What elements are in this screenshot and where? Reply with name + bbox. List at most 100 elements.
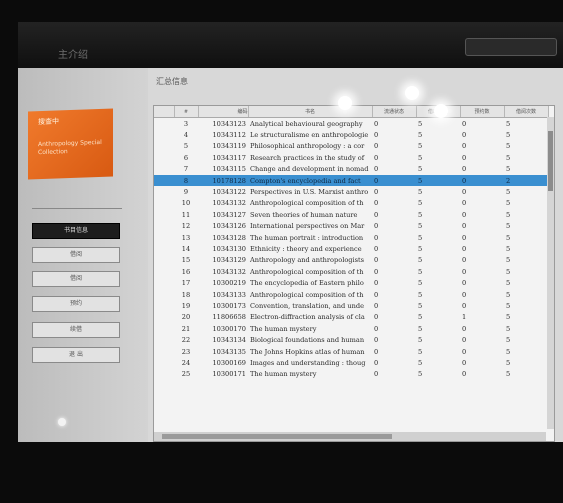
- row-reservations: 0: [462, 324, 467, 333]
- row-title: The encyclopedia of Eastern philo: [250, 279, 364, 288]
- header-status[interactable]: 流通状态: [372, 106, 417, 118]
- row-reservations: 0: [462, 267, 467, 276]
- header-title[interactable]: 书名: [248, 106, 373, 118]
- table-row[interactable]: 3 10343123 Analytical behavioural geograph…: [154, 118, 548, 130]
- table-row[interactable]: 4 10343112 Le structuralisme en anthropolo…: [154, 129, 548, 140]
- vertical-scrollbar[interactable]: [547, 117, 554, 429]
- table-row[interactable]: 24 10300169 Images and understanding : tho…: [154, 357, 548, 368]
- header-reservations[interactable]: 预约数: [460, 106, 505, 118]
- nav-button-borrow[interactable]: 借阅: [32, 247, 120, 263]
- row-borrow-count: 5: [506, 142, 511, 151]
- nav-button-info[interactable]: 书目信息: [32, 223, 120, 239]
- horizontal-scrollbar[interactable]: [154, 432, 546, 441]
- table-row[interactable]: 18 10343133 Anthropological composition of…: [154, 289, 548, 300]
- row-indicator: [154, 186, 174, 197]
- row-status: 0: [374, 267, 379, 276]
- row-code: 10343122: [212, 188, 246, 197]
- table-row[interactable]: 19 10300173 Convention, translation, and u…: [154, 300, 548, 311]
- row-days: 5: [418, 199, 423, 208]
- row-reservations: 0: [462, 244, 467, 253]
- table-row[interactable]: 10 10343132 Anthropological composition of…: [154, 198, 548, 209]
- title-bar: 主介绍: [18, 22, 563, 68]
- row-borrow-count: 5: [506, 336, 511, 345]
- nav-button-exit[interactable]: 退 出: [32, 347, 120, 363]
- table-row[interactable]: 13 10343128 The human portrait : introduct…: [154, 232, 548, 243]
- row-indicator: [154, 277, 174, 288]
- row-days: 5: [416, 174, 460, 187]
- table-row[interactable]: 20 11806658 Electron-diffraction analysis …: [154, 312, 548, 323]
- table-row[interactable]: 9 10343122 Perspectives in U.S. Marxist an…: [154, 186, 548, 197]
- row-number: 19: [181, 301, 191, 310]
- table-row[interactable]: 14 10343130 Ethnicity : theory and experie…: [154, 243, 548, 254]
- header-borrow-count[interactable]: 借阅次数: [504, 106, 549, 118]
- row-number: 13: [181, 233, 191, 242]
- table-row[interactable]: 11 10343127 Seven theories of human nature…: [154, 209, 548, 220]
- row-number: 14: [181, 244, 191, 253]
- row-status: 0: [372, 174, 416, 187]
- row-title: Anthropological composition of th: [250, 199, 364, 208]
- nav-button-borrow-2[interactable]: 借阅: [32, 271, 120, 287]
- row-title: The human portrait : introduction: [250, 233, 364, 242]
- data-grid: # 编码 书名 流通状态 借出天数 预约数 借阅次数 3 10343123 Anal…: [153, 105, 555, 442]
- row-title: Change and development in nomad: [250, 165, 369, 174]
- row-borrow-count: 2: [504, 174, 548, 187]
- header-code[interactable]: 编码: [198, 106, 249, 118]
- row-indicator: [154, 289, 174, 300]
- table-row[interactable]: 25 10300171 The human mystery 0 5 0 5: [154, 369, 548, 380]
- screen-glare: [338, 96, 352, 110]
- collection-card-subtitle: Anthropology Special Collection: [38, 138, 102, 157]
- table-row[interactable]: 6 10343117 Research practices in the study…: [154, 152, 548, 163]
- nav-button-renew[interactable]: 续借: [32, 322, 120, 338]
- nav-button-reserve[interactable]: 预约: [32, 296, 120, 312]
- header-number[interactable]: #: [174, 106, 199, 118]
- table-row[interactable]: 23 10343135 The Johns Hopkins atlas of hum…: [154, 346, 548, 357]
- row-code: 10343133: [212, 290, 246, 299]
- table-row[interactable]: 22 10343134 Biological foundations and hum…: [154, 334, 548, 345]
- table-row[interactable]: 5 10343119 Philosophical anthropology : a …: [154, 141, 548, 152]
- table-row[interactable]: 7 10343115 Change and development in nomad…: [154, 164, 548, 175]
- row-code: 10178128: [198, 174, 248, 187]
- row-title: Le structuralisme en anthropologie: [250, 131, 369, 140]
- table-row[interactable]: 17 10300219 The encyclopedia of Eastern ph…: [154, 277, 548, 288]
- window-control-button[interactable]: [465, 38, 557, 56]
- row-code: 10300170: [212, 324, 246, 333]
- row-indicator: [154, 346, 174, 357]
- row-title: Philosophical anthropology : a cor: [250, 142, 365, 151]
- row-number: 10: [181, 199, 191, 208]
- panel-heading: 汇总信息: [156, 77, 188, 86]
- row-days: 5: [418, 267, 423, 276]
- table-row[interactable]: 16 10343132 Anthropological composition of…: [154, 266, 548, 277]
- row-reservations: 0: [462, 279, 467, 288]
- row-borrow-count: 5: [506, 279, 511, 288]
- row-indicator: [154, 300, 174, 311]
- vertical-scroll-thumb[interactable]: [548, 131, 553, 191]
- table-row[interactable]: 15 10343129 Anthropology and anthropologis…: [154, 255, 548, 266]
- row-status: 0: [374, 233, 379, 242]
- row-number: 16: [181, 267, 191, 276]
- window-title: 主介绍: [58, 50, 88, 61]
- row-number: 8: [174, 174, 198, 187]
- table-row[interactable]: 8 10178128 Compton's encyclopedia and fact…: [154, 174, 548, 187]
- row-status: 0: [374, 119, 379, 128]
- horizontal-scroll-thumb[interactable]: [162, 434, 392, 439]
- row-title: Anthropological composition of th: [250, 290, 364, 299]
- row-borrow-count: 5: [506, 290, 511, 299]
- row-reservations: 0: [462, 370, 467, 379]
- row-borrow-count: 5: [506, 131, 511, 140]
- row-borrow-count: 5: [506, 370, 511, 379]
- row-borrow-count: 5: [506, 119, 511, 128]
- row-status: 0: [374, 324, 379, 333]
- sidebar-divider: [32, 208, 122, 209]
- row-status: 0: [374, 142, 379, 151]
- row-days: 5: [418, 153, 423, 162]
- row-number: 4: [183, 131, 189, 140]
- row-indicator: [154, 357, 174, 368]
- row-status: 0: [374, 244, 379, 253]
- row-number: 25: [181, 370, 191, 379]
- table-row[interactable]: 12 10343126 International perspectives on …: [154, 221, 548, 232]
- table-row[interactable]: 21 10300170 The human mystery 0 5 0 5: [154, 323, 548, 334]
- row-days: 5: [418, 188, 423, 197]
- row-code: 10343130: [212, 244, 246, 253]
- row-code: 10300169: [212, 358, 246, 367]
- collection-card-title: 搜查中: [38, 117, 59, 127]
